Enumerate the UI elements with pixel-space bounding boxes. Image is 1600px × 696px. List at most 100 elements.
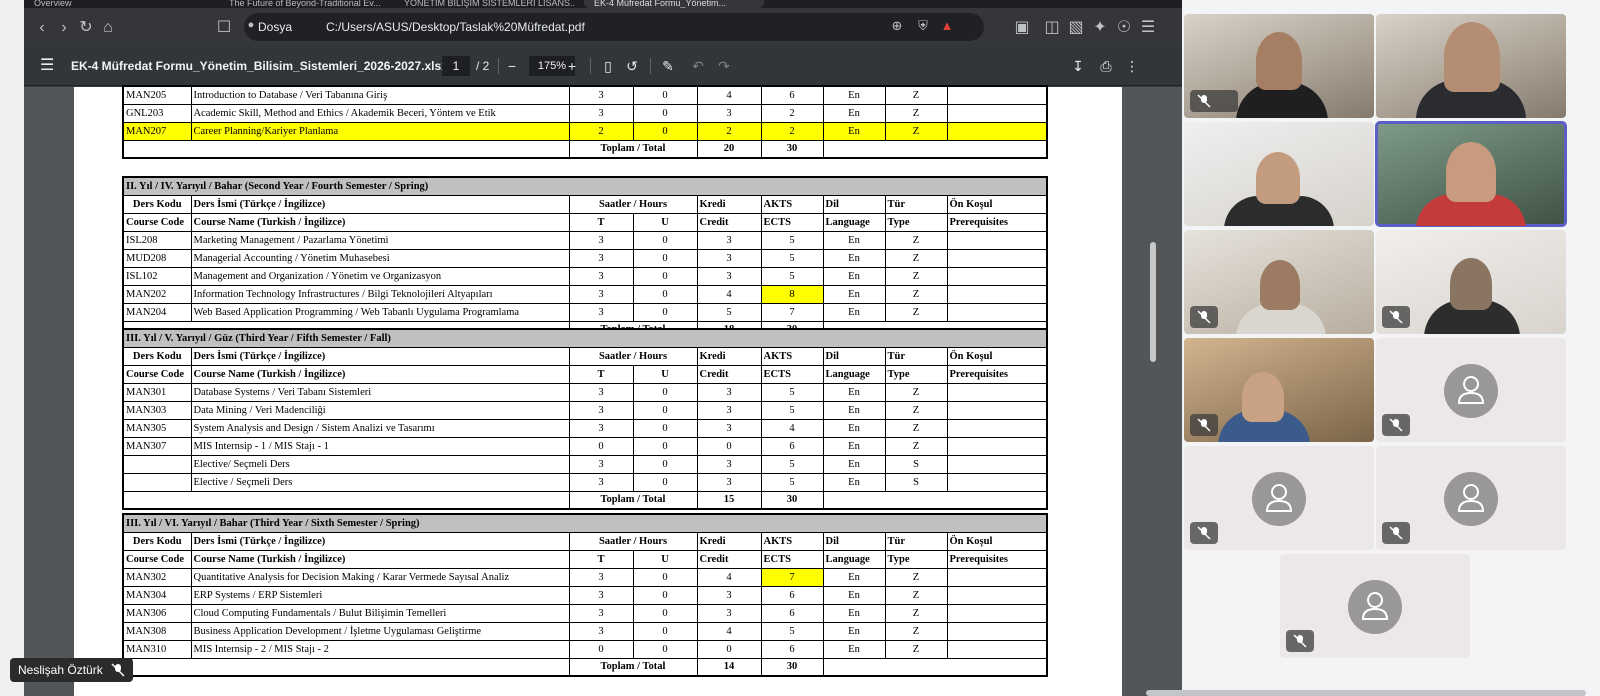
pdf-menu-icon[interactable]: ☰ <box>40 55 54 75</box>
mic-off-icon <box>1382 306 1410 328</box>
prerequisites <box>946 400 1048 420</box>
brave-rewards-icon[interactable]: ▲ <box>938 18 956 33</box>
tab-ek4-mufredat[interactable]: EK-4 Müfredat Formu_Yönetim... <box>584 0 764 8</box>
tab-future-of-beyond[interactable]: The Future of Beyond-Traditional Ev... <box>229 0 389 8</box>
course-code: MAN307 <box>122 436 192 456</box>
wallet-icon[interactable]: ▧ <box>1066 18 1086 38</box>
page-number-input[interactable]: 1 <box>442 56 470 76</box>
url-text[interactable]: C:/Users/ASUS/Desktop/Taslak%20Müfredat.… <box>326 20 585 34</box>
call-panel-scrollbar[interactable] <box>1146 690 1586 696</box>
type: Z <box>884 121 948 141</box>
header-ects: AKTS <box>760 531 824 551</box>
type: Z <box>884 103 948 123</box>
language: En <box>822 418 886 438</box>
header-practice: U <box>632 549 698 569</box>
participant-tile-3[interactable] <box>1184 122 1374 226</box>
course-code: MAN303 <box>122 400 192 420</box>
participant-tile-2[interactable] <box>1376 14 1566 118</box>
header-practice: U <box>632 364 698 384</box>
table-row: MAN302 Quantitative Analysis for Decision… <box>122 567 1048 587</box>
participant-tile-1[interactable] <box>1184 14 1374 118</box>
scrollbar-thumb[interactable] <box>1150 242 1156 362</box>
header-type: Tür <box>884 194 948 214</box>
type: Z <box>884 585 948 605</box>
course-code: MAN305 <box>122 418 192 438</box>
header-course-name-en: Course Name (Turkish / İngilizce) <box>190 549 570 569</box>
course-code: MAN205 <box>122 85 192 105</box>
participant-tile-8[interactable] <box>1376 338 1566 442</box>
reload-icon[interactable]: ↻ <box>76 18 96 38</box>
participant-tile-10[interactable] <box>1376 446 1566 550</box>
rotate-icon[interactable]: ↺ <box>622 56 642 76</box>
zoom-in-icon[interactable]: + <box>562 56 582 76</box>
header-course-name-en: Course Name (Turkish / İngilizce) <box>190 212 570 232</box>
table-row: ISL102 Management and Organization / Yöne… <box>122 266 1048 286</box>
credit: 3 <box>696 230 762 250</box>
more-options-icon[interactable]: ⋮ <box>1122 56 1142 76</box>
tab-ybs-lisans[interactable]: YÖNETİM BİLİŞİM SİSTEMLERİ LİSANS... <box>404 0 574 8</box>
tab-overview[interactable]: Overview <box>34 0 184 8</box>
table-row: Elective/ Seçmeli Ders 3 0 3 5 En S <box>122 454 1048 474</box>
participant-tile-9[interactable] <box>1184 446 1374 550</box>
omnibox[interactable]: ● Dosya C:/Users/ASUS/Desktop/Taslak%20M… <box>244 13 984 41</box>
prerequisites <box>946 639 1048 659</box>
participant-tile-11[interactable] <box>1280 554 1470 658</box>
participant-face <box>1256 152 1300 204</box>
participant-tile-4-active-speaker[interactable] <box>1375 121 1567 227</box>
language: En <box>822 121 886 141</box>
prerequisites <box>946 284 1048 304</box>
leo-ai-icon[interactable]: ✦ <box>1090 18 1110 38</box>
theory-hours: 3 <box>568 248 634 268</box>
header-language-en: Language <box>822 212 886 232</box>
total-blank <box>122 490 569 510</box>
course-name: Career Planning/Kariyer Planlama <box>190 121 570 141</box>
bookmark-icon[interactable]: ☐ <box>214 18 234 38</box>
participant-tile-5[interactable] <box>1184 230 1374 334</box>
print-icon[interactable]: ⎙ <box>1096 56 1116 76</box>
header-course-name-en: Course Name (Turkish / İngilizce) <box>190 364 570 384</box>
language: En <box>822 302 886 322</box>
total-row: Toplam / Total 14 30 <box>122 657 1048 677</box>
prerequisites <box>946 621 1048 641</box>
semester-title-row: III. Yıl / VI. Yarıyıl / Bahar (Third Ye… <box>122 513 1048 533</box>
header-type-en: Type <box>884 212 948 232</box>
participant-tile-7[interactable] <box>1184 338 1374 442</box>
pdf-scrollbar[interactable] <box>1146 87 1182 696</box>
theory-hours: 3 <box>568 472 634 492</box>
ects: 6 <box>760 436 824 456</box>
brave-shield-icon[interactable]: ⛨ <box>914 18 932 34</box>
fit-page-icon[interactable]: ▯ <box>598 56 618 76</box>
header-course-name: Ders İsmi (Türkçe / İngilizce) <box>190 346 570 366</box>
undo-icon[interactable]: ↶ <box>688 56 708 76</box>
forward-icon[interactable]: › <box>54 18 74 38</box>
redo-icon[interactable]: ↷ <box>714 56 734 76</box>
screenshot-icon[interactable]: ▣ <box>1012 18 1032 38</box>
pdf-page: MAN205 Introduction to Database / Veri Ta… <box>74 85 1122 696</box>
participant-tile-6[interactable] <box>1376 230 1566 334</box>
course-code: MAN310 <box>122 639 192 659</box>
language: En <box>822 472 886 492</box>
header-hours: Saatler / Hours <box>568 346 698 366</box>
mic-off-icon <box>1382 522 1410 544</box>
header-course-name: Ders İsmi (Türkçe / İngilizce) <box>190 531 570 551</box>
zoom-icon[interactable]: ⊕ <box>888 18 906 34</box>
browser-menu-icon[interactable]: ☰ <box>1138 18 1158 38</box>
practice-hours: 0 <box>632 603 698 623</box>
type: S <box>884 454 948 474</box>
language: En <box>822 639 886 659</box>
course-name: Elective / Seçmeli Ders <box>190 472 570 492</box>
table-row: MAN205 Introduction to Database / Veri Ta… <box>122 85 1048 105</box>
annotate-icon[interactable]: ✎ <box>658 56 678 76</box>
speaker-name: Neslişah Öztürk <box>18 663 103 677</box>
credit: 3 <box>696 382 762 402</box>
sidebar-icon[interactable]: ◫ <box>1042 18 1062 38</box>
home-icon[interactable]: ⌂ <box>98 18 118 38</box>
download-icon[interactable]: ↧ <box>1068 56 1088 76</box>
header-row: Ders Kodu Ders İsmi (Türkçe / İngilizce) S… <box>122 346 1048 366</box>
vpn-icon[interactable]: ☉ <box>1114 18 1134 38</box>
course-name: Marketing Management / Pazarlama Yönetim… <box>190 230 570 250</box>
header-language: Dil <box>822 531 886 551</box>
zoom-out-icon[interactable]: − <box>502 56 522 76</box>
mic-off-icon <box>111 663 125 677</box>
back-icon[interactable]: ‹ <box>32 18 52 38</box>
